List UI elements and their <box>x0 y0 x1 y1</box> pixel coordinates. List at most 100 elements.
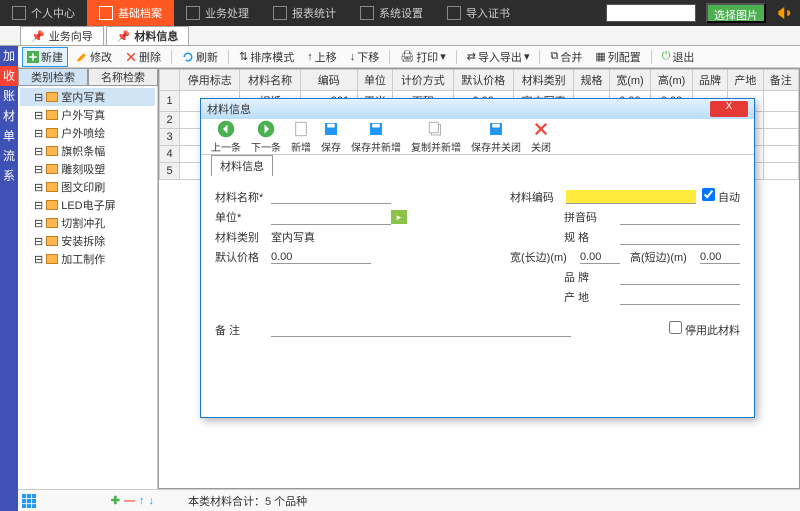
save-close-button[interactable]: 保存并关闭 <box>471 120 521 154</box>
tree-item[interactable]: ⊟户外喷绘 <box>20 124 155 142</box>
tree-item[interactable]: ⊟安装拆除 <box>20 232 155 250</box>
folder-icon <box>46 236 58 246</box>
subtab-material[interactable]: 📌材料信息 <box>106 26 190 45</box>
col-config-button[interactable]: ▦列配置 <box>590 47 645 67</box>
minus-icon: ⊟ <box>34 253 43 266</box>
up-button[interactable]: ↑上移 <box>302 47 342 67</box>
top-search-input[interactable] <box>606 4 696 22</box>
price-label: 默认价格 <box>215 249 271 265</box>
save-new-button[interactable]: 保存并新增 <box>351 120 401 154</box>
dialog-titlebar[interactable]: 材料信息 X <box>201 99 754 119</box>
tree-item[interactable]: ⊟LED电子屏 <box>20 196 155 214</box>
tree-item[interactable]: ⊟雕刻吸塑 <box>20 160 155 178</box>
brand-input[interactable] <box>620 270 740 285</box>
tree-item[interactable]: ⊟户外写真 <box>20 106 155 124</box>
minus-icon: ⊟ <box>34 145 43 158</box>
remove-icon[interactable]: — <box>124 495 135 507</box>
document-tabs: 📌业务向导 📌材料信息 <box>0 26 800 46</box>
col-header[interactable] <box>160 70 180 91</box>
rail-item[interactable]: 账 <box>0 86 18 106</box>
remark-input[interactable] <box>271 322 571 337</box>
rail-item[interactable]: 系 <box>0 166 18 186</box>
col-header[interactable]: 备注 <box>763 70 798 91</box>
tree-item[interactable]: ⊟室内写真 <box>20 88 155 106</box>
unit-input[interactable] <box>271 210 391 225</box>
price-value[interactable]: 0.00 <box>271 251 371 264</box>
material-dialog: 材料信息 X 上一条 下一条 新增 保存 保存并新增 复制并新增 保存并关闭 关… <box>200 98 755 418</box>
rail-item[interactable]: 收 <box>0 66 18 86</box>
x-icon <box>532 120 550 138</box>
col-header[interactable]: 产地 <box>728 70 763 91</box>
merge-button[interactable]: ⧉合并 <box>545 47 587 67</box>
doc-new-icon <box>292 120 310 138</box>
disable-checkbox[interactable]: 停用此材料 <box>669 321 740 338</box>
col-header[interactable]: 规格 <box>574 70 609 91</box>
tree-tab-category[interactable]: 类别检索 <box>18 68 88 86</box>
tree-item[interactable]: ⊟旗帜条幅 <box>20 142 155 160</box>
minus-icon: ⊟ <box>34 163 43 176</box>
tree-tab-name[interactable]: 名称检索 <box>88 68 158 86</box>
close-button[interactable]: 关闭 <box>531 120 551 154</box>
move-down-icon[interactable]: ↓ <box>149 495 155 507</box>
next-button[interactable]: 下一条 <box>251 120 281 154</box>
edit-button[interactable]: 修改 <box>71 47 117 67</box>
tab-business[interactable]: 业务处理 <box>174 0 261 26</box>
down-button[interactable]: ↓下移 <box>345 47 385 67</box>
col-header[interactable]: 高(m) <box>651 70 693 91</box>
pinyin-input[interactable] <box>620 210 740 225</box>
col-header[interactable]: 停用标志 <box>180 70 240 91</box>
add-icon[interactable]: ✚ <box>111 494 120 507</box>
sort-button[interactable]: ⇅排序模式 <box>234 47 299 67</box>
col-header[interactable]: 计价方式 <box>393 70 453 91</box>
spec-input[interactable] <box>620 230 740 245</box>
col-header[interactable]: 单位 <box>357 70 392 91</box>
tree-item[interactable]: ⊟图文印刷 <box>20 178 155 196</box>
import-export-button[interactable]: ⇄导入导出▾ <box>462 47 535 67</box>
dialog-tab[interactable]: 材料信息 <box>211 155 273 176</box>
code-input[interactable] <box>566 190 696 204</box>
col-header[interactable]: 品牌 <box>692 70 727 91</box>
auto-checkbox[interactable]: 自动 <box>702 188 740 205</box>
save-button[interactable]: 保存 <box>321 120 341 154</box>
tab-personal[interactable]: 个人中心 <box>0 0 87 26</box>
origin-input[interactable] <box>620 290 740 305</box>
move-up-icon[interactable]: ↑ <box>139 495 145 507</box>
col-header[interactable]: 默认价格 <box>453 70 513 91</box>
unit-label: 单位* <box>215 209 271 225</box>
height-value[interactable]: 0.00 <box>700 251 740 264</box>
minus-icon: ⊟ <box>34 199 43 212</box>
new-button[interactable]: 新建 <box>22 47 68 67</box>
tree-search-tabs: 类别检索 名称检索 <box>18 68 158 86</box>
copy-new-button[interactable]: 复制并新增 <box>411 120 461 154</box>
megaphone-icon[interactable] <box>776 4 794 22</box>
tab-settings[interactable]: 系统设置 <box>348 0 435 26</box>
rail-item[interactable]: 加 <box>0 46 18 66</box>
minus-icon: ⊟ <box>34 217 43 230</box>
tab-reports[interactable]: 报表统计 <box>261 0 348 26</box>
grid-icon[interactable] <box>22 494 36 508</box>
tab-import-cert[interactable]: 导入证书 <box>435 0 522 26</box>
col-header[interactable]: 编码 <box>300 70 357 91</box>
exit-button[interactable]: ⏻退出 <box>657 47 700 67</box>
prev-button[interactable]: 上一条 <box>211 120 241 154</box>
col-header[interactable]: 材料名称 <box>240 70 300 91</box>
select-image-button[interactable]: 选择图片 <box>706 3 766 23</box>
unit-lookup-button[interactable]: ▸ <box>391 210 407 224</box>
name-input[interactable] <box>271 189 391 204</box>
rail-item[interactable]: 材 <box>0 106 18 126</box>
rail-item[interactable]: 流 <box>0 146 18 166</box>
subtab-wizard[interactable]: 📌业务向导 <box>20 26 104 45</box>
delete-button[interactable]: 删除 <box>120 47 166 67</box>
rail-item[interactable]: 单 <box>0 126 18 146</box>
width-value[interactable]: 0.00 <box>580 251 620 264</box>
new-button[interactable]: 新增 <box>291 120 311 154</box>
tab-base-archive[interactable]: 基础档案 <box>87 0 174 26</box>
printer-icon: 🖨 <box>400 50 414 63</box>
print-button[interactable]: 🖨打印▾ <box>395 47 451 67</box>
dialog-close-button[interactable]: X <box>710 101 748 117</box>
col-header[interactable]: 材料类别 <box>513 70 573 91</box>
refresh-button[interactable]: 刷新 <box>177 47 223 67</box>
tree-item[interactable]: ⊟切割冲孔 <box>20 214 155 232</box>
tree-item[interactable]: ⊟加工制作 <box>20 250 155 268</box>
col-header[interactable]: 宽(m) <box>609 70 651 91</box>
